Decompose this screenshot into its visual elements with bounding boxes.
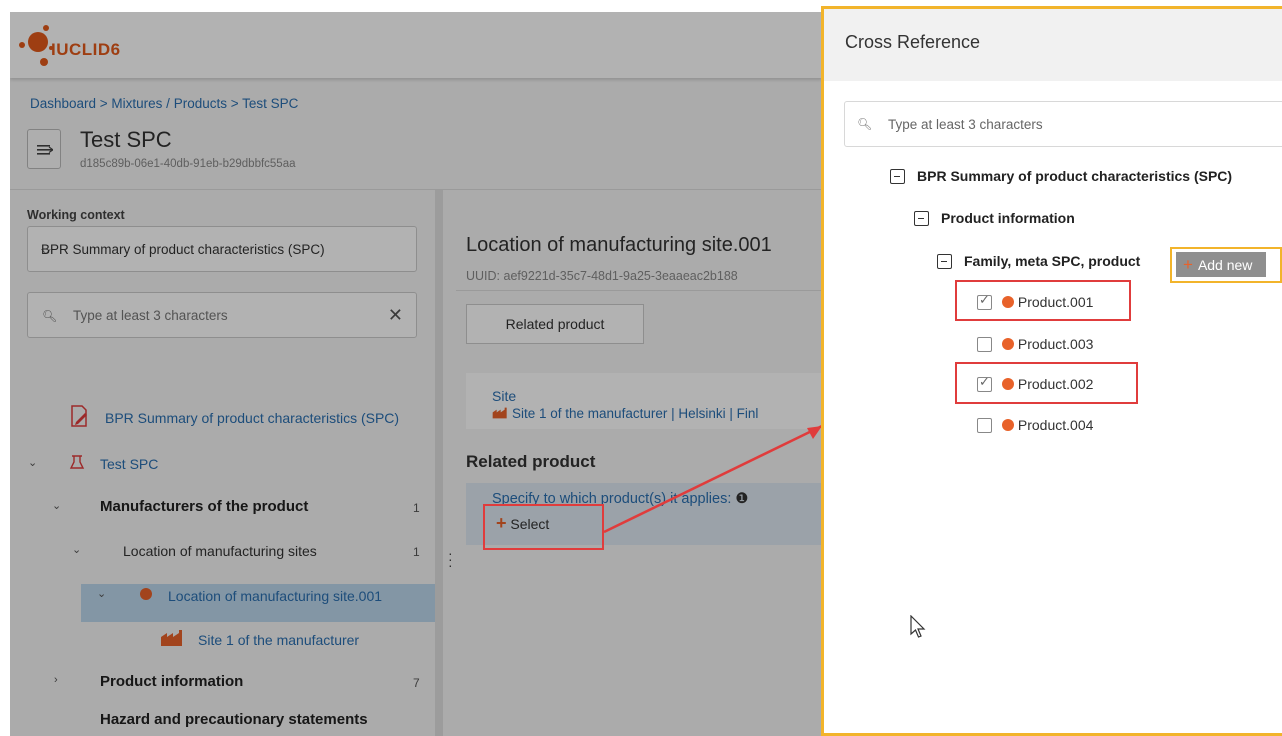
plus-icon: + — [1183, 255, 1193, 274]
annotation-box-product-001 — [955, 280, 1131, 321]
annotation-box-add-new: + Add new — [1170, 247, 1282, 283]
dialog-tree-section[interactable]: Product information — [914, 210, 1075, 226]
dialog-header: Cross Reference — [824, 9, 1282, 81]
dialog-search-input[interactable]: 🔍︎ Type at least 3 characters — [844, 101, 1282, 147]
document-dot-icon — [1002, 338, 1014, 350]
annotation-box-select — [483, 504, 604, 550]
dialog-tree-subsection[interactable]: Family, meta SPC, product — [937, 253, 1140, 269]
modal-overlay — [10, 12, 822, 736]
dialog-search-placeholder: Type at least 3 characters — [888, 117, 1043, 132]
product-checkbox[interactable] — [977, 337, 992, 352]
product-checkbox[interactable] — [977, 418, 992, 433]
collapse-icon[interactable] — [914, 211, 929, 226]
annotation-arrow — [603, 424, 823, 534]
document-dot-icon — [1002, 419, 1014, 431]
dialog-title: Cross Reference — [845, 32, 981, 52]
product-item-003[interactable]: Product.003 — [977, 336, 1093, 352]
collapse-icon[interactable] — [937, 254, 952, 269]
product-item-004[interactable]: Product.004 — [977, 417, 1093, 433]
search-icon: 🔍︎ — [857, 117, 873, 131]
add-new-button[interactable]: + Add new — [1176, 252, 1266, 277]
mouse-cursor-icon — [910, 615, 926, 638]
collapse-icon[interactable] — [890, 169, 905, 184]
dialog-tree-root[interactable]: BPR Summary of product characteristics (… — [890, 168, 1232, 184]
annotation-box-product-002 — [955, 362, 1138, 404]
app-window: IUCLID6 Dashboard > Mixtures / Products … — [10, 12, 822, 736]
